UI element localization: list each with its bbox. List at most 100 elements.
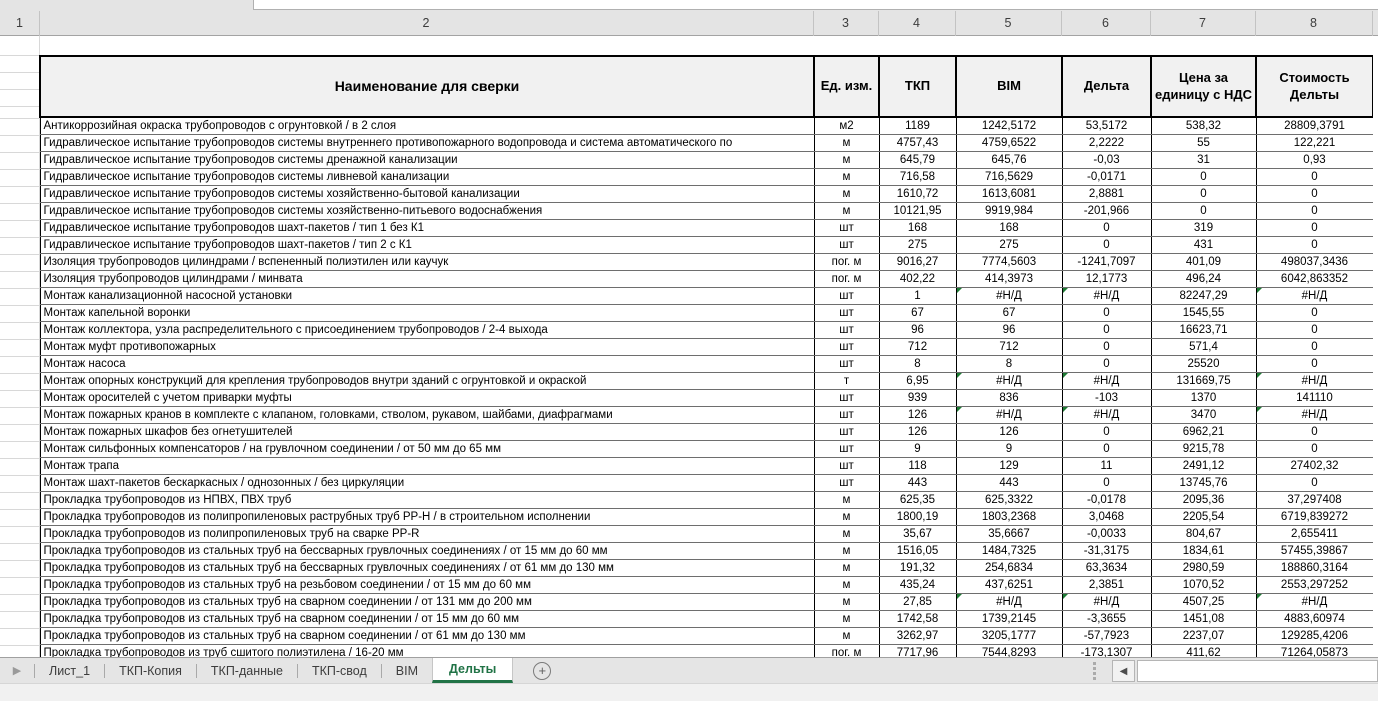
sheet-tab-ТКП-свод[interactable]: ТКП-свод [298, 658, 381, 683]
cell-bim[interactable]: 645,76 [955, 151, 1063, 169]
cell-bim[interactable]: 126 [955, 423, 1063, 441]
cell-cost[interactable]: 6719,839272 [1255, 508, 1373, 526]
cell-unit[interactable]: м [813, 151, 880, 169]
cell-price[interactable]: 13745,76 [1150, 474, 1257, 492]
cell-price[interactable]: 31 [1150, 151, 1257, 169]
cell-bim[interactable]: 1803,2368 [955, 508, 1063, 526]
cell-unit[interactable]: шт [813, 321, 880, 339]
cell-name[interactable]: Прокладка трубопроводов из полипропилено… [39, 525, 815, 543]
cell-price[interactable]: 2237,07 [1150, 627, 1257, 645]
cell-tkp[interactable]: 1516,05 [878, 542, 957, 560]
cell-unit[interactable]: шт [813, 457, 880, 475]
cell-tkp[interactable]: 6,95 [878, 372, 957, 390]
cell-price[interactable]: 2205,54 [1150, 508, 1257, 526]
cell-name[interactable]: Прокладка трубопроводов из полипропилено… [39, 508, 815, 526]
cell-cost[interactable]: 0 [1255, 168, 1373, 186]
cell-cost[interactable]: 28809,3791 [1255, 117, 1373, 135]
cell-delta[interactable]: 12,1773 [1061, 270, 1152, 288]
cell-tkp[interactable]: 939 [878, 389, 957, 407]
grid-column-header-1[interactable]: 1 [0, 11, 39, 36]
cell-name[interactable]: Монтаж трапа [39, 457, 815, 475]
cell-tkp[interactable]: 1 [878, 287, 957, 305]
cell-cost[interactable]: #Н/Д [1255, 287, 1373, 305]
cell-name[interactable]: Прокладка трубопроводов из стальных труб… [39, 559, 815, 577]
cell-tkp[interactable]: 443 [878, 474, 957, 492]
cell-tkp[interactable]: 191,32 [878, 559, 957, 577]
cell-price[interactable]: 411,62 [1150, 644, 1257, 657]
cell-delta[interactable]: 0 [1061, 338, 1152, 356]
cell-name[interactable]: Прокладка трубопроводов из стальных труб… [39, 593, 815, 611]
cell-delta[interactable]: 0 [1061, 355, 1152, 373]
cell-bim[interactable]: 7774,5603 [955, 253, 1063, 271]
cell-tkp[interactable]: 3262,97 [878, 627, 957, 645]
cell-cost[interactable]: 129285,4206 [1255, 627, 1373, 645]
cell-tkp[interactable]: 716,58 [878, 168, 957, 186]
cell-name[interactable]: Изоляция трубопроводов цилиндрами / вспе… [39, 253, 815, 271]
cell-price[interactable]: 6962,21 [1150, 423, 1257, 441]
cell-tkp[interactable]: 402,22 [878, 270, 957, 288]
cell-cost[interactable]: 37,297408 [1255, 491, 1373, 509]
cell-cost[interactable]: 122,221 [1255, 134, 1373, 152]
cell-delta[interactable]: -0,0178 [1061, 491, 1152, 509]
cell-cost[interactable]: 27402,32 [1255, 457, 1373, 475]
cell-price[interactable]: 25520 [1150, 355, 1257, 373]
cell-cost[interactable]: 0 [1255, 304, 1373, 322]
cell-name[interactable]: Гидравлическое испытание трубопроводов с… [39, 151, 815, 169]
cell-bim[interactable]: #Н/Д [955, 593, 1063, 611]
cell-unit[interactable]: шт [813, 440, 880, 458]
cell-bim[interactable]: 3205,1777 [955, 627, 1063, 645]
cell-bim[interactable]: 254,6834 [955, 559, 1063, 577]
cell-unit[interactable]: м2 [813, 117, 880, 135]
cell-cost[interactable]: 0 [1255, 321, 1373, 339]
cell-unit[interactable]: м [813, 525, 880, 543]
cell-unit[interactable]: шт [813, 423, 880, 441]
cell-name[interactable]: Монтаж муфт противопожарных [39, 338, 815, 356]
cell-price[interactable]: 1834,61 [1150, 542, 1257, 560]
cell-unit[interactable]: м [813, 134, 880, 152]
cell-price[interactable]: 55 [1150, 134, 1257, 152]
cell-delta[interactable]: -31,3175 [1061, 542, 1152, 560]
cell-delta[interactable]: #Н/Д [1061, 593, 1152, 611]
sheet-tab-Лист_1[interactable]: Лист_1 [35, 658, 104, 683]
cell-name[interactable]: Монтаж шахт-пакетов бескаркасных / одноз… [39, 474, 815, 492]
column-header-tkp[interactable]: ТКП [878, 55, 957, 118]
cell-cost[interactable]: 0 [1255, 440, 1373, 458]
cell-unit[interactable]: м [813, 576, 880, 594]
cell-unit[interactable]: пог. м [813, 644, 880, 657]
cell-price[interactable]: 1070,52 [1150, 576, 1257, 594]
cell-unit[interactable]: м [813, 508, 880, 526]
cell-delta[interactable]: 53,5172 [1061, 117, 1152, 135]
cell-bim[interactable]: #Н/Д [955, 287, 1063, 305]
cell-unit[interactable]: шт [813, 287, 880, 305]
cell-price[interactable]: 401,09 [1150, 253, 1257, 271]
cell-bim[interactable]: 168 [955, 219, 1063, 237]
cell-name[interactable]: Гидравлическое испытание трубопроводов с… [39, 202, 815, 220]
cell-cost[interactable]: 0 [1255, 219, 1373, 237]
cell-delta[interactable]: #Н/Д [1061, 287, 1152, 305]
cell-tkp[interactable]: 118 [878, 457, 957, 475]
cell-bim[interactable]: 275 [955, 236, 1063, 254]
column-header-cost[interactable]: Стоимость Дельты [1255, 55, 1373, 118]
cell-tkp[interactable]: 9 [878, 440, 957, 458]
cell-unit[interactable]: шт [813, 304, 880, 322]
cell-price[interactable]: 1370 [1150, 389, 1257, 407]
cell-bim[interactable]: 443 [955, 474, 1063, 492]
column-header-bim[interactable]: BIM [955, 55, 1063, 118]
cell-name[interactable]: Антикоррозийная окраска трубопроводов с … [39, 117, 815, 135]
cell-bim[interactable]: 35,6667 [955, 525, 1063, 543]
cell-tkp[interactable]: 4757,43 [878, 134, 957, 152]
sheet-tab-Дельты[interactable]: Дельты [432, 658, 514, 683]
cell-unit[interactable]: м [813, 610, 880, 628]
cell-delta[interactable]: #Н/Д [1061, 372, 1152, 390]
cell-name[interactable]: Монтаж канализационной насосной установк… [39, 287, 815, 305]
cell-delta[interactable]: -0,0171 [1061, 168, 1152, 186]
grid-column-header-5[interactable]: 5 [955, 11, 1061, 36]
cell-cost[interactable]: #Н/Д [1255, 406, 1373, 424]
cell-price[interactable]: 571,4 [1150, 338, 1257, 356]
cell-tkp[interactable]: 1189 [878, 117, 957, 135]
cell-name[interactable]: Прокладка трубопроводов из стальных труб… [39, 627, 815, 645]
cell-cost[interactable]: 0 [1255, 185, 1373, 203]
cell-cost[interactable]: 0,93 [1255, 151, 1373, 169]
cell-name[interactable]: Монтаж сильфонных компенсаторов / на гру… [39, 440, 815, 458]
cell-bim[interactable]: 7544,8293 [955, 644, 1063, 657]
